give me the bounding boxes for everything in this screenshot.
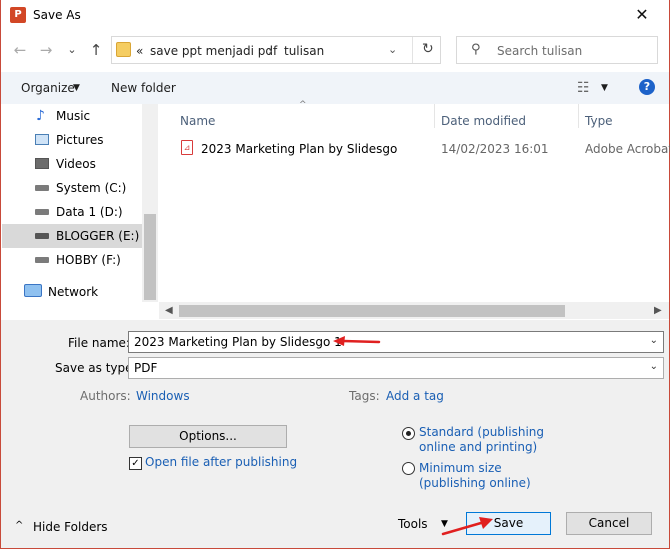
file-name-label: File name:	[68, 336, 130, 350]
cancel-button[interactable]: Cancel	[566, 512, 652, 535]
sidebar-item-music[interactable]: ♪ Music	[2, 104, 142, 128]
annotation-arrow-icon	[441, 517, 493, 536]
pictures-icon	[35, 134, 49, 145]
drive-icon	[35, 233, 49, 239]
navigation-scrollbar-thumb[interactable]	[144, 214, 156, 300]
breadcrumb-separator-icon: ›	[268, 44, 273, 58]
address-divider	[412, 37, 413, 63]
column-header-date-modified[interactable]: Date modified	[441, 114, 526, 128]
minimum-size-radio[interactable]	[402, 462, 415, 475]
sidebar-item-label: Network	[48, 285, 99, 299]
save-as-type-select[interactable]: PDF ⌄	[128, 357, 664, 379]
tags-label: Tags:	[349, 389, 380, 403]
file-date-cell: 14/02/2023 16:01	[441, 142, 549, 156]
scroll-left-icon[interactable]: ◀	[165, 305, 173, 316]
chevron-down-icon[interactable]: ⌄	[650, 361, 658, 372]
breadcrumb-item[interactable]: tulisan	[284, 44, 324, 58]
minimum-size-option-line1[interactable]: Minimum size	[419, 461, 502, 475]
back-arrow-icon[interactable]: ←	[11, 41, 29, 59]
chevron-down-icon[interactable]: ⌄	[650, 335, 658, 346]
search-input[interactable]: Search tulisan	[497, 44, 582, 58]
sidebar-item-videos[interactable]: Videos	[2, 152, 142, 176]
music-icon: ♪	[36, 108, 45, 124]
column-header-type[interactable]: Type	[585, 114, 613, 128]
drive-icon	[35, 185, 49, 191]
up-arrow-icon[interactable]: ↑	[87, 41, 105, 59]
address-dropdown-icon[interactable]: ⌄	[388, 43, 397, 56]
hide-folders-button[interactable]: Hide Folders	[33, 520, 108, 534]
recent-locations-chevron-icon[interactable]: ⌄	[63, 41, 81, 59]
search-box[interactable]: ⚲ Search tulisan	[456, 36, 658, 64]
close-icon[interactable]: ✕	[631, 4, 653, 26]
add-tag-link[interactable]: Add a tag	[386, 389, 444, 403]
search-icon: ⚲	[471, 42, 481, 57]
file-name-field[interactable]: 2023 Marketing Plan by Slidesgo 1 ⌄	[128, 331, 664, 353]
sidebar-item-system-c[interactable]: System (C:)	[2, 176, 142, 200]
standard-option-line1[interactable]: Standard (publishing	[419, 425, 544, 439]
sort-ascending-icon: ^	[299, 100, 307, 110]
help-icon[interactable]: ?	[639, 79, 655, 95]
powerpoint-app-icon: P	[10, 7, 26, 23]
authors-value[interactable]: Windows	[136, 389, 190, 403]
drive-icon	[35, 209, 49, 215]
title-bar: P Save As ✕	[1, 0, 669, 32]
scroll-right-icon[interactable]: ▶	[654, 305, 662, 316]
sidebar-item-hobby-f[interactable]: HOBBY (F:)	[2, 248, 142, 272]
save-as-type-label: Save as type:	[55, 361, 137, 375]
column-divider[interactable]	[578, 104, 579, 128]
file-name-cell[interactable]: 2023 Marketing Plan by Slidesgo	[201, 142, 397, 156]
horizontal-scrollbar-thumb[interactable]	[179, 305, 565, 317]
breadcrumb-overflow-icon[interactable]: «	[136, 44, 143, 58]
file-list: ^ Name Date modified Type ⊿ 2023 Marketi…	[159, 100, 670, 302]
column-divider[interactable]	[434, 104, 435, 128]
save-as-dialog: P Save As ✕ ← → ⌄ ↑ « save ppt menjadi p…	[0, 0, 670, 549]
tools-button[interactable]: Tools	[398, 517, 428, 531]
sidebar-item-label: System (C:)	[56, 181, 127, 195]
window-title: Save As	[33, 8, 81, 22]
sidebar-item-label: Music	[56, 109, 91, 123]
sidebar-item-label: Videos	[56, 157, 96, 171]
file-name-input[interactable]: 2023 Marketing Plan by Slidesgo 1	[134, 335, 342, 349]
network-icon	[24, 284, 42, 297]
sidebar-item-data-d[interactable]: Data 1 (D:)	[2, 200, 142, 224]
save-as-type-value: PDF	[134, 361, 158, 375]
breadcrumb-item[interactable]: save ppt menjadi pdf	[150, 44, 277, 58]
drive-icon	[35, 257, 49, 263]
videos-icon	[35, 158, 49, 169]
sidebar-item-blogger-e[interactable]: BLOGGER (E:)	[2, 224, 142, 248]
refresh-icon[interactable]: ↻	[422, 41, 434, 57]
new-folder-button[interactable]: New folder	[111, 81, 176, 95]
column-header-name[interactable]: Name	[180, 114, 215, 128]
sidebar-item-label: Data 1 (D:)	[56, 205, 123, 219]
navigation-pane: ♪ Music Pictures Videos System (C:) Data…	[2, 104, 158, 316]
pdf-file-icon: ⊿	[181, 140, 193, 155]
folder-icon	[116, 42, 131, 57]
sidebar-item-label: Pictures	[56, 133, 104, 147]
sidebar-item-network[interactable]: Network	[2, 280, 142, 304]
address-bar[interactable]: « save ppt menjadi pdf › tulisan ⌄ ↻	[111, 36, 441, 64]
standard-radio[interactable]	[402, 427, 415, 440]
sidebar-item-pictures[interactable]: Pictures	[2, 128, 142, 152]
forward-arrow-icon[interactable]: →	[37, 41, 55, 59]
chevron-up-icon[interactable]: ^	[15, 520, 23, 531]
view-dropdown-icon[interactable]: ▼	[601, 83, 608, 93]
options-button[interactable]: Options...	[129, 425, 287, 448]
view-options-icon[interactable]: ☷	[577, 80, 590, 96]
annotation-arrow-icon	[333, 336, 381, 346]
command-toolbar: Organize ▼ New folder ☷ ▼	[1, 72, 669, 104]
organize-dropdown-icon[interactable]: ▼	[73, 83, 80, 93]
open-after-publishing-checkbox[interactable]: ✓	[129, 457, 142, 470]
standard-option-line2[interactable]: online and printing)	[419, 440, 537, 454]
organize-button[interactable]: Organize	[21, 81, 75, 95]
file-type-cell: Adobe Acrobat D	[585, 142, 670, 156]
sidebar-item-label: BLOGGER (E:)	[56, 229, 140, 243]
minimum-size-option-line2[interactable]: (publishing online)	[419, 476, 531, 490]
open-after-publishing-label[interactable]: Open file after publishing	[145, 455, 297, 469]
authors-label: Authors:	[80, 389, 131, 403]
sidebar-item-label: HOBBY (F:)	[56, 253, 121, 267]
